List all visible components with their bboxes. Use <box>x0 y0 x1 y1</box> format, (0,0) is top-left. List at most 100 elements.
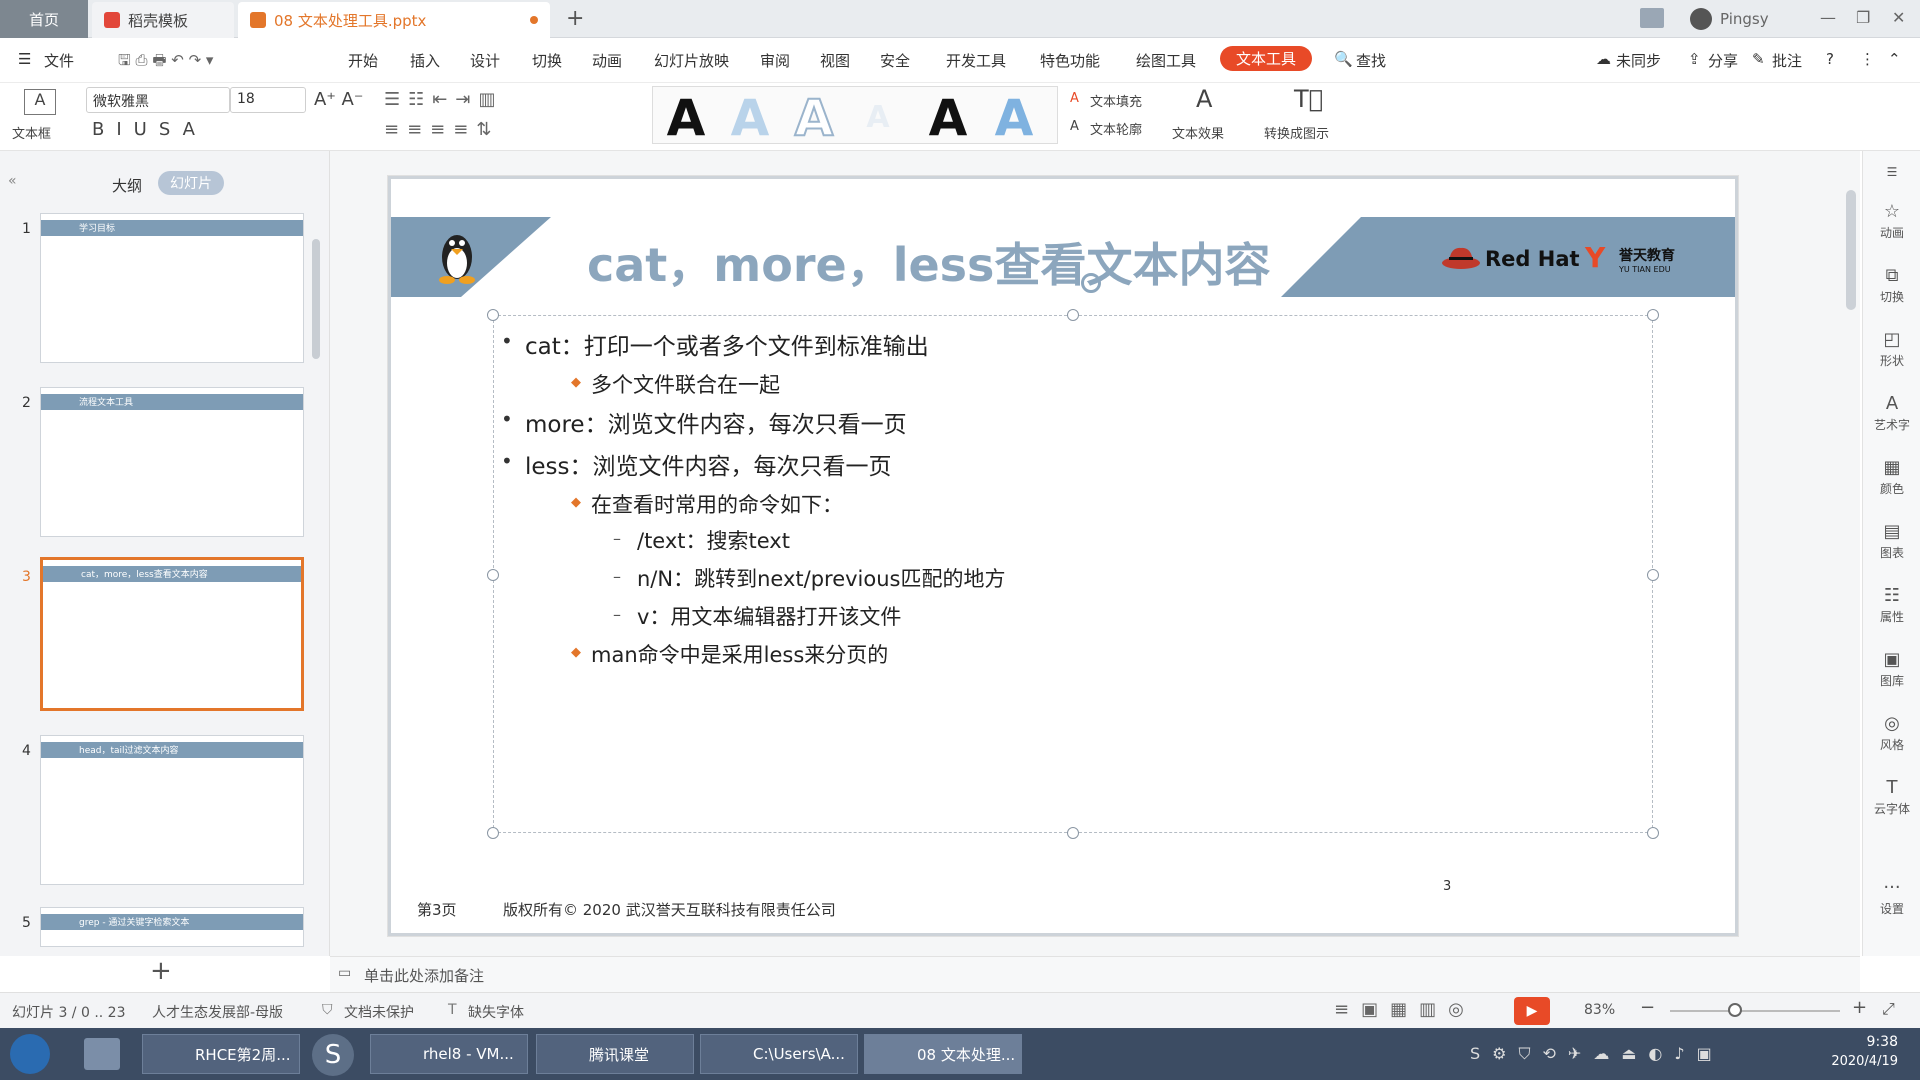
sidebar-shape[interactable]: ◰ 形状 <box>1863 329 1920 369</box>
text-effect-button[interactable]: 文本效果 <box>1172 123 1224 142</box>
text-fill-button[interactable]: 文本填充 <box>1090 91 1142 110</box>
tab-slides[interactable]: 幻灯片 <box>158 171 224 195</box>
s-app-icon[interactable]: S <box>312 1034 354 1076</box>
play-icon[interactable]: ▶ <box>1514 997 1550 1025</box>
zoom-slider[interactable] <box>1670 1010 1840 1012</box>
style-a-outline[interactable]: A <box>789 92 839 144</box>
taskbar-item-active[interactable]: 08 文本处理... <box>864 1034 1022 1074</box>
panel-scrollbar[interactable] <box>312 239 320 359</box>
align-icons[interactable]: ≡≡≡≡⇅ <box>384 119 499 140</box>
view-mode-icons[interactable]: ≡▣▦▥◎ <box>1334 999 1476 1020</box>
menu-animation[interactable]: 动画 <box>592 50 622 71</box>
user-name[interactable]: Pingsy <box>1720 10 1769 28</box>
resize-handle[interactable] <box>1647 827 1659 839</box>
thumb-slide-4[interactable]: head，tail过滤文本内容 <box>40 735 304 885</box>
resize-handle[interactable] <box>487 827 499 839</box>
resize-handle[interactable] <box>487 309 499 321</box>
tray-icons[interactable]: S⚙⛉⟲✈☁⏏◐♪▣ <box>1470 1044 1724 1064</box>
start-icon[interactable] <box>10 1034 50 1074</box>
close-icon[interactable]: ✕ <box>1892 8 1905 27</box>
sidebar-gallery[interactable]: ▣ 图库 <box>1863 649 1920 689</box>
menu-features[interactable]: 特色功能 <box>1040 50 1100 71</box>
font-size-select[interactable]: 18 <box>230 87 306 113</box>
menu-insert[interactable]: 插入 <box>410 50 440 71</box>
thumb-slide-3[interactable]: cat，more，less查看文本内容 <box>40 557 304 711</box>
menu-view[interactable]: 视图 <box>820 50 850 71</box>
notes-placeholder[interactable]: 单击此处添加备注 <box>364 965 484 986</box>
add-slide-button[interactable]: + <box>150 956 172 986</box>
hamburger-icon[interactable]: ☰ <box>18 50 31 68</box>
paragraph-icons[interactable]: ☰☷⇤⇥▥ <box>384 89 503 110</box>
style-a-faint[interactable]: A <box>853 93 903 143</box>
style-a-black[interactable]: A <box>661 93 711 143</box>
tab-home[interactable]: 首页 <box>0 0 88 38</box>
new-tab-icon[interactable]: + <box>566 6 584 31</box>
clock-time[interactable]: 9:38 <box>1828 1034 1898 1050</box>
textbox-icon[interactable]: A <box>24 89 56 115</box>
avatar[interactable] <box>1690 8 1712 30</box>
fit-window-icon[interactable]: ⤢ <box>1882 999 1895 1019</box>
sidebar-color[interactable]: ▦ 颜色 <box>1863 457 1920 497</box>
notes-area[interactable]: ▭ 单击此处添加备注 <box>330 956 1860 992</box>
menu-search[interactable]: 查找 <box>1356 50 1386 71</box>
resize-handle[interactable] <box>1647 309 1659 321</box>
missing-font[interactable]: 缺失字体 <box>468 1002 524 1022</box>
menu-developer[interactable]: 开发工具 <box>946 50 1006 71</box>
sidebar-settings[interactable]: ··· 设置 <box>1863 877 1920 917</box>
more-icon[interactable]: ⋮ <box>1860 50 1875 68</box>
zoom-out-icon[interactable]: − <box>1640 997 1655 1018</box>
sidebar-chart[interactable]: ▤ 图表 <box>1863 521 1920 561</box>
menu-slideshow[interactable]: 幻灯片放映 <box>654 50 729 71</box>
sidebar-animation[interactable]: ☆ 动画 <box>1863 201 1920 241</box>
theme-name[interactable]: 人才生态发展部-母版 <box>152 1002 283 1022</box>
quick-access-icons[interactable]: 🖫 ⎙ 🖶 ↶ ↷ ▾ <box>118 50 213 75</box>
minimize-icon[interactable]: — <box>1820 8 1836 27</box>
layout-icon[interactable] <box>1640 8 1664 28</box>
font-family-select[interactable]: 微软雅黑 <box>86 87 230 113</box>
protect-status[interactable]: 文档未保护 <box>344 1002 414 1022</box>
resize-handle[interactable] <box>1067 309 1079 321</box>
resize-handle[interactable] <box>1647 569 1659 581</box>
textbox-label[interactable]: 文本框 <box>12 123 51 142</box>
thumb-slide-2[interactable]: 流程文本工具 <box>40 387 304 537</box>
convert-to-diagram-button[interactable]: 转换成图示 <box>1264 123 1329 142</box>
app-icon[interactable] <box>84 1038 120 1070</box>
sidebar-properties[interactable]: ☷ 属性 <box>1863 585 1920 625</box>
sidebar-cloud-font[interactable]: T 云字体 <box>1863 777 1920 817</box>
grow-font-icon[interactable]: A⁺ A⁻ <box>314 89 363 110</box>
taskbar-item[interactable]: 腾讯课堂 <box>536 1034 694 1074</box>
menu-design[interactable]: 设计 <box>470 50 500 71</box>
menu-text-tools[interactable]: 文本工具 <box>1220 46 1313 71</box>
style-a-bold[interactable]: A <box>923 93 973 143</box>
sidebar-style[interactable]: ◎ 风格 <box>1863 713 1920 753</box>
slide-title[interactable]: cat，more，less查看文本内容 <box>587 229 1270 295</box>
rotate-handle[interactable] <box>1081 273 1101 293</box>
zoom-level[interactable]: 83% <box>1584 1002 1615 1018</box>
resize-handle[interactable] <box>1067 827 1079 839</box>
tab-outline[interactable]: 大纲 <box>112 175 142 196</box>
zoom-thumb[interactable] <box>1728 1003 1742 1017</box>
help-icon[interactable]: ? <box>1826 50 1834 68</box>
menu-review[interactable]: 审阅 <box>760 50 790 71</box>
clock-date[interactable]: 2020/4/19 <box>1808 1054 1898 1069</box>
menu-file[interactable]: 文件 <box>44 50 74 71</box>
taskbar-item[interactable]: rhel8 - VM... <box>370 1034 528 1074</box>
comment-button[interactable]: 批注 <box>1772 50 1802 71</box>
menu-start[interactable]: 开始 <box>348 50 378 71</box>
resize-handle[interactable] <box>487 569 499 581</box>
sidebar-transition[interactable]: ⧉ 切换 <box>1863 265 1920 305</box>
canvas-scrollbar[interactable] <box>1846 190 1856 310</box>
format-icons[interactable]: BIUSA <box>92 119 207 140</box>
text-style-gallery[interactable]: A A A A A A <box>652 86 1058 144</box>
thumb-slide-5[interactable]: grep - 通过关键字检索文本 <box>40 907 304 947</box>
taskbar-item[interactable]: RHCE第2周... <box>142 1034 300 1074</box>
collapse-ribbon-icon[interactable]: ⌃ <box>1888 50 1901 68</box>
taskbar-item[interactable]: C:\Users\A... <box>700 1034 858 1074</box>
share-button[interactable]: 分享 <box>1708 50 1738 71</box>
style-a-blue[interactable]: A <box>989 93 1039 143</box>
style-a-light[interactable]: A <box>725 93 775 143</box>
restore-icon[interactable]: ❐ <box>1856 8 1870 27</box>
tab-template[interactable]: 稻壳模板 <box>92 2 234 38</box>
zoom-in-icon[interactable]: + <box>1852 997 1867 1018</box>
menu-transition[interactable]: 切换 <box>532 50 562 71</box>
